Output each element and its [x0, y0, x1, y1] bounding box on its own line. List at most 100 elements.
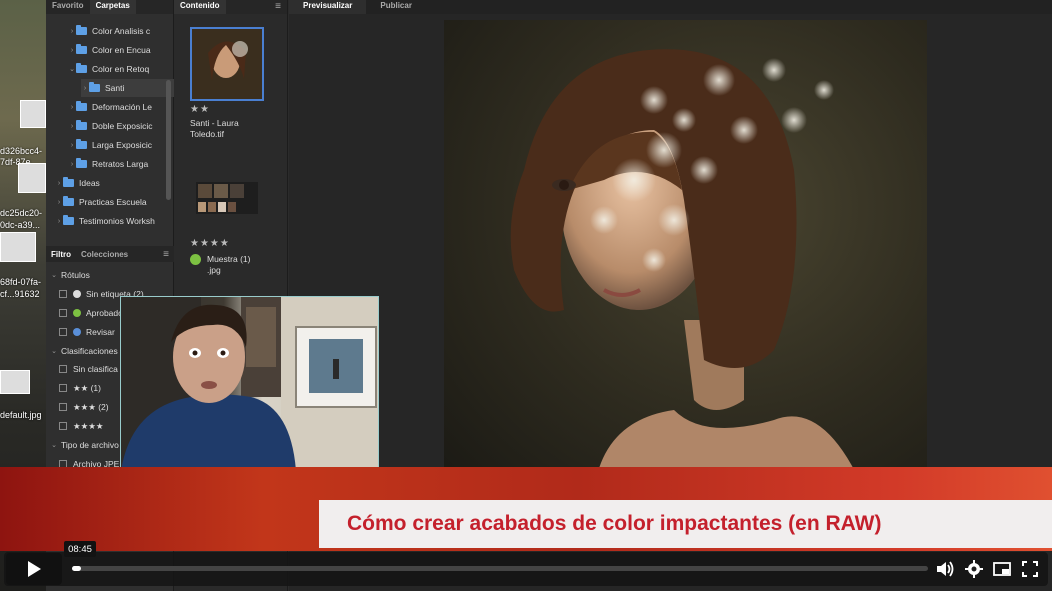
thumbnail-title-row: Muestra (1) .jpg — [190, 254, 270, 276]
pip-icon[interactable] — [992, 559, 1012, 579]
chevron-down-icon: ⌄ — [51, 442, 57, 449]
folder-item[interactable]: › Color Analisis c — [68, 22, 174, 40]
folder-icon — [76, 158, 87, 168]
desktop-file-label: dc25dc20- — [0, 208, 43, 218]
rating-stars[interactable]: ★★★★ — [190, 238, 230, 249]
checkbox[interactable] — [59, 309, 67, 317]
volume-icon[interactable] — [935, 559, 955, 579]
filter-item[interactable]: ★★ (1) — [46, 379, 101, 397]
chevron-right-icon[interactable]: › — [55, 218, 63, 225]
folder-label: Retratos Larga — [92, 159, 149, 169]
folder-label: Deformación Le — [92, 102, 153, 112]
folder-item[interactable]: › Color en Encua — [68, 41, 174, 59]
folder-item[interactable]: › Practicas Escuela — [55, 193, 174, 211]
chevron-right-icon[interactable]: › — [68, 123, 76, 130]
checkbox[interactable] — [59, 403, 67, 411]
sample-thumbnail — [190, 162, 264, 236]
filter-item[interactable]: ★★★ (2) — [46, 398, 109, 416]
folder-item[interactable]: › Santi — [81, 79, 174, 97]
chevron-down-icon[interactable]: ⌄ — [68, 65, 76, 73]
folder-label: Color en Encua — [92, 45, 151, 55]
folder-icon — [63, 215, 74, 225]
chevron-right-icon[interactable]: › — [68, 142, 76, 149]
label-color-icon — [73, 290, 81, 298]
folder-icon — [76, 101, 87, 111]
folder-item[interactable]: › Deformación Le — [68, 98, 174, 116]
section-clasificaciones[interactable]: ⌄ Clasificaciones — [50, 342, 118, 360]
desktop-file-icon[interactable] — [18, 163, 46, 193]
chevron-right-icon[interactable]: › — [55, 199, 63, 206]
checkbox[interactable] — [59, 290, 67, 298]
desktop-file-icon[interactable] — [0, 370, 30, 394]
filter-item[interactable]: ★★★★ — [46, 417, 103, 435]
folder-icon — [76, 120, 87, 130]
chevron-right-icon[interactable]: › — [68, 104, 76, 111]
tab-previsualizar[interactable]: Previsualizar — [289, 0, 367, 14]
fullscreen-icon[interactable] — [1020, 559, 1040, 579]
menu-icon[interactable]: ≡ — [158, 249, 174, 260]
filter-item[interactable]: Aprobado — [46, 304, 123, 322]
progress-bar[interactable] — [72, 566, 928, 571]
thumbnail-title: Muestra (1) .jpg — [207, 254, 251, 275]
folder-label: Santi — [105, 83, 125, 93]
filter-label: ★★★★ — [73, 420, 104, 431]
tab-favoritos[interactable]: Favorito — [46, 0, 90, 14]
video-title: Cómo crear acabados de color impactantes… — [347, 512, 882, 535]
folder-item[interactable]: ⌄ Color en Retoq — [68, 60, 174, 78]
filter-label: Aprobado — [86, 308, 123, 318]
portrait-image — [510, 49, 864, 490]
desktop-file-icon[interactable] — [0, 232, 36, 262]
folder-label: Testimonios Worksh — [79, 216, 155, 226]
title-card: Cómo crear acabados de color impactantes… — [319, 500, 1052, 548]
desktop-file-label: cf...91632 — [0, 289, 40, 299]
desktop-file-label: 68fd-07fa- — [0, 277, 42, 287]
progress-fill — [72, 566, 81, 571]
chevron-right-icon[interactable]: › — [68, 47, 76, 54]
folder-icon — [89, 82, 100, 92]
tab-carpetas[interactable]: Carpetas — [89, 0, 136, 14]
desktop-file-label: default.jpg — [0, 410, 42, 420]
thumbnail-title: Santi - Laura Toledo.tif — [190, 118, 239, 139]
folder-icon — [63, 196, 74, 206]
folder-label: Color Analisis c — [92, 26, 151, 36]
folder-icon — [76, 139, 87, 149]
desktop-file-icon[interactable] — [20, 100, 46, 128]
folder-item[interactable]: › Doble Exposicic — [68, 117, 174, 135]
rating-stars[interactable]: ★★ — [190, 104, 210, 115]
filter-item[interactable]: Sin clasifica — [46, 360, 118, 378]
checkbox[interactable] — [59, 422, 67, 430]
chevron-right-icon[interactable]: › — [55, 180, 63, 187]
desktop-file-label: 0dc-a39... — [0, 220, 41, 230]
chevron-right-icon[interactable]: › — [68, 161, 76, 168]
play-button[interactable] — [6, 553, 62, 585]
section-tipo-archivo[interactable]: ⌄ Tipo de archivo — [50, 436, 119, 454]
section-rotulos[interactable]: ⌄ Rótulos — [50, 266, 90, 284]
thumbnail-card[interactable] — [190, 162, 264, 236]
chevron-right-icon[interactable]: › — [68, 28, 76, 35]
filter-item[interactable]: Revisar — [46, 323, 115, 341]
folder-item[interactable]: › Larga Exposicic — [68, 136, 174, 154]
tab-filtro[interactable]: Filtro — [46, 250, 76, 259]
checkbox[interactable] — [59, 365, 67, 373]
chevron-down-icon: ⌄ — [51, 348, 57, 355]
folder-scrollbar[interactable] — [166, 80, 171, 200]
folder-label: Color en Retoq — [92, 64, 150, 74]
portrait-thumbnail — [192, 29, 262, 99]
content-panel-header: Contenido ≡ — [174, 0, 287, 14]
checkbox[interactable] — [59, 384, 67, 392]
folder-item[interactable]: › Retratos Larga — [68, 155, 174, 173]
thumbnail-card[interactable] — [190, 27, 264, 101]
folder-item[interactable]: › Testimonios Worksh — [55, 212, 174, 230]
chevron-right-icon[interactable]: › — [81, 85, 89, 92]
menu-icon[interactable]: ≡ — [269, 0, 287, 14]
settings-icon[interactable] — [964, 559, 984, 579]
desktop-file-label: d326bcc4- — [0, 146, 43, 156]
checkbox[interactable] — [59, 328, 67, 336]
tab-colecciones[interactable]: Colecciones — [76, 250, 133, 259]
folder-icon — [76, 63, 87, 73]
content-title: Contenido — [174, 0, 226, 14]
folder-item[interactable]: › Ideas — [55, 174, 174, 192]
left-panel-tabs: Favorito Carpetas — [46, 0, 173, 14]
tab-publicar[interactable]: Publicar — [366, 0, 426, 14]
preview-tabs: Previsualizar Publicar — [289, 0, 1052, 14]
